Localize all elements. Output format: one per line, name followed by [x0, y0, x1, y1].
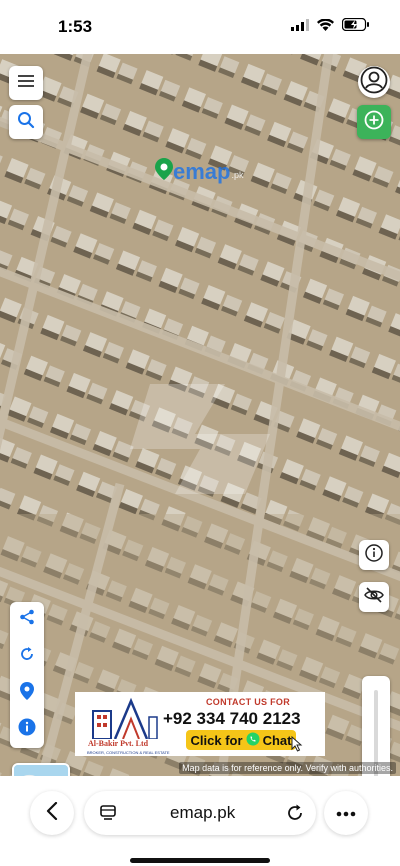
add-button[interactable] [357, 105, 391, 139]
company-logo-icon [89, 697, 161, 744]
info-button[interactable] [10, 712, 44, 746]
tabs-icon[interactable] [100, 805, 116, 826]
battery-charging-icon [341, 17, 370, 36]
more-icon [336, 804, 356, 822]
watermark-suffix: .pk [231, 169, 244, 180]
status-icons [291, 17, 370, 36]
search-button[interactable] [9, 105, 43, 139]
ad-tagline: BROKER, CONSTRUCTION & REAL ESTATE [87, 750, 170, 755]
world-map-thumbnail [14, 765, 68, 776]
map-tools-panel [10, 602, 44, 748]
advertisement-banner[interactable]: CONTACT US FOR +92 334 740 2123 Al-Bakir… [75, 692, 325, 756]
ad-cta-prefix: Click for [190, 732, 243, 748]
ad-contact-label: CONTACT US FOR [206, 697, 291, 707]
url-text: emap.pk [170, 803, 236, 822]
status-time: 1:53 [58, 17, 93, 36]
whatsapp-icon [246, 732, 260, 749]
ad-phone-number[interactable]: +92 334 740 2123 [163, 709, 301, 729]
satellite-map[interactable]: emap .pk Map data is for reference only.… [0, 54, 400, 776]
refresh-icon [19, 646, 35, 667]
toggle-visibility-button[interactable] [359, 582, 389, 612]
wifi-icon [317, 18, 334, 36]
status-bar: 1:53 [0, 0, 400, 54]
refresh-button[interactable] [10, 639, 44, 673]
ad-company-name: Al-Bakir Pvt. Ltd [88, 739, 149, 748]
user-account-button[interactable] [358, 66, 390, 98]
layer-info-button[interactable] [359, 540, 389, 570]
location-pin-icon [20, 681, 34, 705]
cursor-pointer-icon [290, 735, 304, 757]
info-icon [18, 718, 36, 741]
visibility-off-icon [364, 586, 384, 608]
menu-button[interactable] [9, 66, 43, 100]
ad-chat-button[interactable]: Click for Chat [186, 730, 296, 750]
minimap[interactable] [12, 763, 70, 776]
address-bar[interactable]: emap.pk [84, 791, 316, 835]
share-button[interactable] [10, 602, 44, 636]
map-pin-logo-icon [155, 158, 173, 185]
browser-toolbar: emap.pk [0, 776, 400, 866]
opacity-slider[interactable] [362, 676, 390, 776]
user-account-icon [360, 66, 388, 99]
menu-icon [18, 74, 34, 93]
add-plus-icon [364, 110, 384, 135]
ad-cta-suffix: Chat [262, 732, 292, 748]
watermark-brand: emap [173, 158, 231, 184]
info-icon [365, 543, 383, 567]
more-options-button[interactable] [324, 791, 368, 835]
search-icon [17, 111, 35, 134]
reload-icon[interactable] [286, 804, 304, 827]
my-location-button[interactable] [10, 676, 44, 710]
map-attribution: Map data is for reference only. Verify w… [179, 762, 396, 774]
cellular-signal-icon [291, 18, 309, 36]
back-button[interactable] [30, 791, 74, 835]
home-indicator [130, 858, 270, 863]
emap-watermark: emap .pk [155, 158, 244, 185]
share-icon [19, 609, 35, 630]
back-icon [46, 801, 58, 825]
